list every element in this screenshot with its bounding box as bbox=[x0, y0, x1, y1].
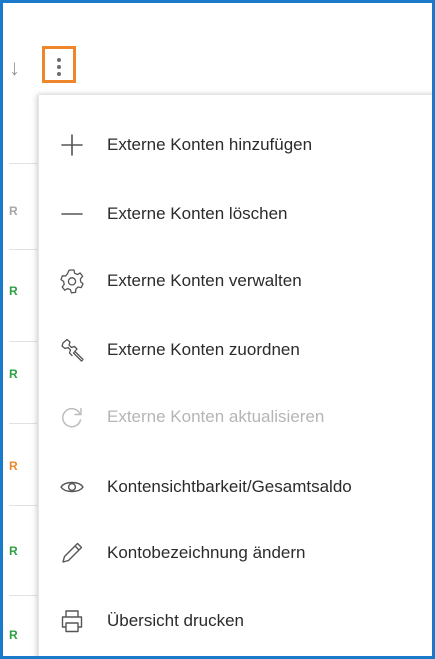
menu-item-rename-account[interactable]: Kontobezeichnung ändern bbox=[39, 523, 432, 583]
menu-item-manage-external-accounts[interactable]: Externe Konten verwalten bbox=[39, 251, 432, 311]
menu-item-refresh-external-accounts: Externe Konten aktualisieren bbox=[39, 387, 432, 447]
row-marker: R bbox=[9, 367, 18, 381]
menu-item-label: Externe Konten löschen bbox=[107, 204, 288, 223]
plus-icon bbox=[59, 132, 85, 158]
row-divider bbox=[9, 163, 37, 164]
menu-item-label: Externe Konten aktualisieren bbox=[107, 407, 325, 426]
menu-item-label: Externe Konten verwalten bbox=[107, 271, 302, 290]
more-vertical-icon-dot bbox=[57, 65, 61, 69]
row-divider bbox=[9, 423, 37, 424]
printer-icon bbox=[59, 608, 85, 634]
row-marker: R bbox=[9, 628, 18, 642]
row-marker: R bbox=[9, 284, 18, 298]
row-marker: R bbox=[9, 204, 18, 218]
menu-item-label: Kontensichtbarkeit/Gesamtsaldo bbox=[107, 477, 352, 496]
menu-item-account-visibility[interactable]: Kontensichtbarkeit/Gesamtsaldo bbox=[39, 457, 432, 517]
menu-item-label: Übersicht drucken bbox=[107, 611, 245, 630]
row-divider bbox=[9, 595, 37, 596]
menu-item-add-external-accounts[interactable]: Externe Konten hinzufügen bbox=[39, 115, 432, 175]
menu-item-label: Externe Konten hinzufügen bbox=[107, 135, 313, 154]
eye-icon bbox=[59, 474, 85, 500]
pencil-icon bbox=[59, 540, 85, 566]
wrench-icon bbox=[59, 337, 85, 363]
row-marker: R bbox=[9, 459, 18, 473]
menu-item-delete-external-accounts[interactable]: Externe Konten löschen bbox=[39, 184, 432, 244]
row-divider bbox=[9, 341, 37, 342]
options-dropdown-menu: Externe Konten hinzufügen Externe Konten… bbox=[38, 95, 432, 656]
background-account-list: ↓ R R R R R R bbox=[3, 3, 39, 656]
menu-item-print-overview[interactable]: Übersicht drucken bbox=[39, 591, 432, 651]
menu-item-label: Kontobezeichnung ändern bbox=[107, 543, 306, 562]
more-vertical-icon bbox=[57, 58, 61, 62]
row-marker: R bbox=[9, 544, 18, 558]
menu-item-assign-external-accounts[interactable]: Externe Konten zuordnen bbox=[39, 320, 432, 380]
row-divider bbox=[9, 249, 37, 250]
refresh-icon bbox=[59, 404, 85, 430]
more-vertical-icon-dot bbox=[57, 72, 61, 76]
more-options-button[interactable] bbox=[42, 46, 76, 83]
minus-icon bbox=[59, 201, 85, 227]
gear-icon bbox=[59, 268, 85, 294]
screenshot-frame: ↓ R R R R R R Externe Konten hinzufügen … bbox=[0, 0, 435, 659]
menu-item-label: Externe Konten zuordnen bbox=[107, 340, 300, 359]
row-divider bbox=[9, 505, 37, 506]
sort-arrow-down-icon[interactable]: ↓ bbox=[9, 57, 20, 79]
